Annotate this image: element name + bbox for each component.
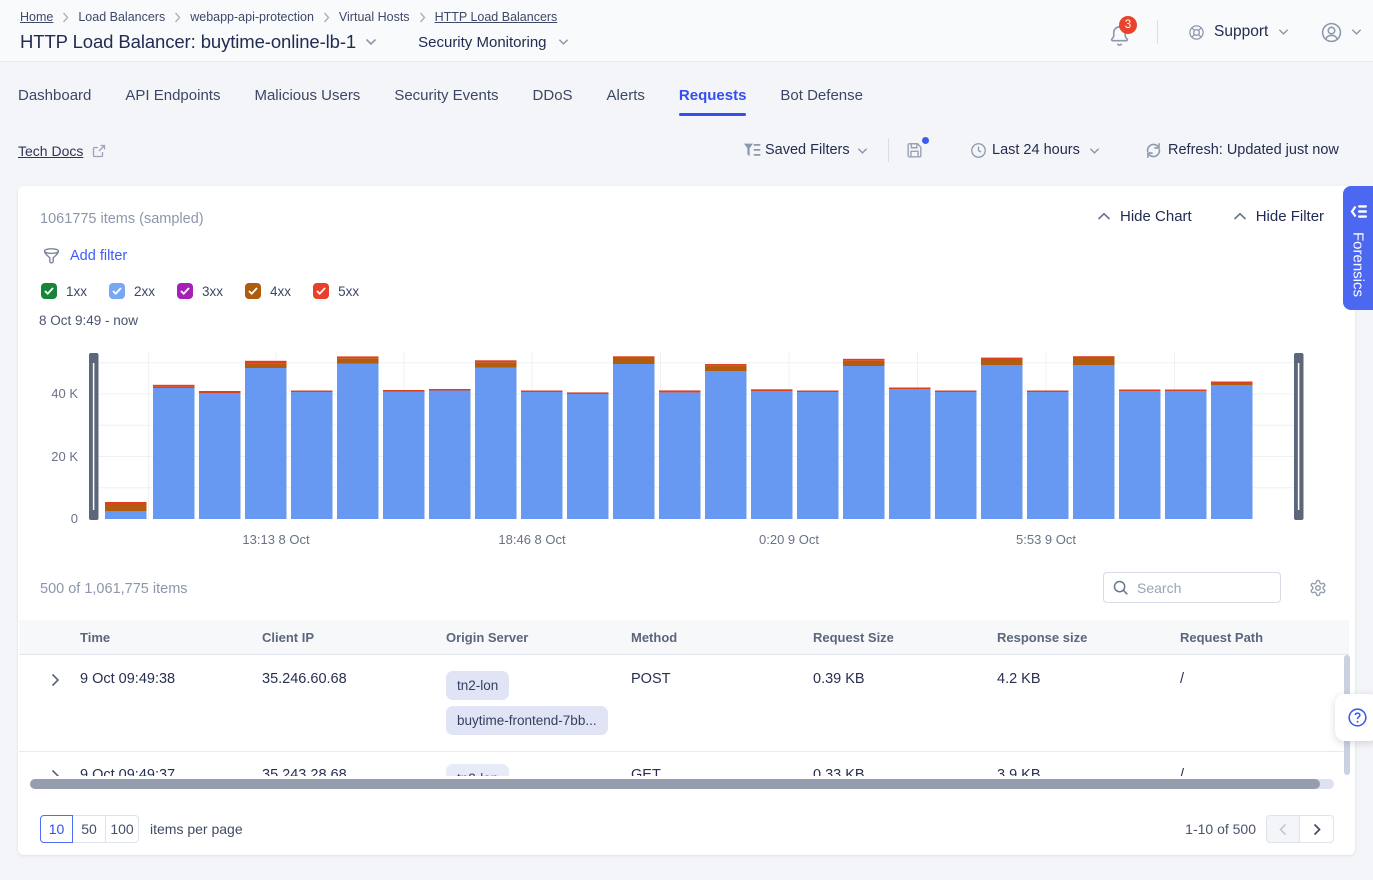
svg-text:0:20 9 Oct: 0:20 9 Oct: [759, 532, 819, 547]
svg-text:0: 0: [71, 511, 78, 526]
svg-text:18:46 8 Oct: 18:46 8 Oct: [498, 532, 566, 547]
svg-text:40 K: 40 K: [51, 386, 78, 401]
svg-text:5:53 9 Oct: 5:53 9 Oct: [1016, 532, 1076, 547]
svg-text:20 K: 20 K: [51, 449, 78, 464]
svg-text:13:13 8 Oct: 13:13 8 Oct: [242, 532, 310, 547]
